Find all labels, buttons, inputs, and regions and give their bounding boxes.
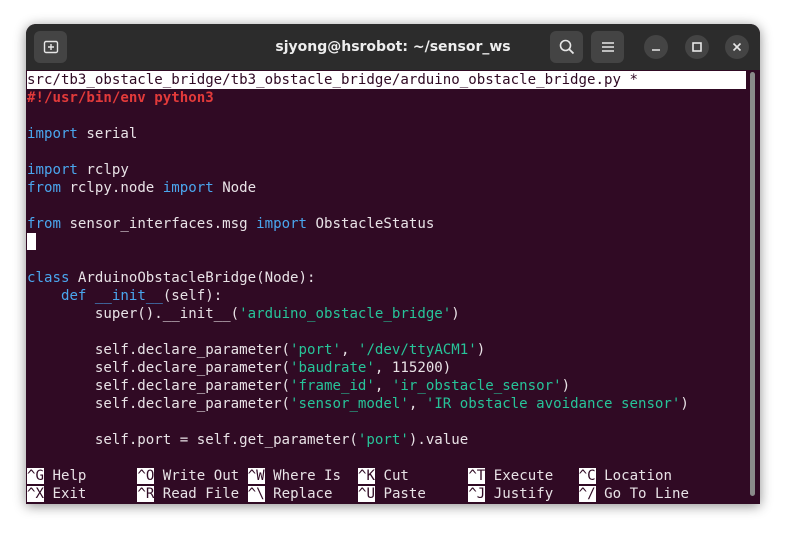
code-line[interactable]: import rclpy bbox=[27, 161, 129, 179]
code-line[interactable]: def __init__(self): bbox=[27, 287, 222, 305]
code-line[interactable]: super().__init__('arduino_obstacle_bridg… bbox=[27, 305, 460, 323]
shortcut-location[interactable]: ^C Location bbox=[578, 468, 672, 484]
code-line[interactable]: from sensor_interfaces.msg import Obstac… bbox=[27, 215, 434, 233]
search-icon bbox=[559, 39, 574, 55]
shortcut-bar-row-1: ^G Help ^O Write Out ^W Where Is ^K Cut … bbox=[27, 467, 672, 485]
close-icon bbox=[732, 42, 742, 52]
code-line[interactable]: import serial bbox=[27, 125, 137, 143]
code-line[interactable]: self.declare_parameter('baudrate', 11520… bbox=[27, 359, 451, 377]
maximize-icon bbox=[692, 42, 702, 52]
shortcut-read-file[interactable]: ^R Read File bbox=[137, 486, 247, 502]
shortcut-go-to-line[interactable]: ^/ Go To Line bbox=[578, 486, 689, 502]
code-line[interactable]: class ArduinoObstacleBridge(Node): bbox=[27, 269, 316, 287]
code-line[interactable]: from rclpy.node import Node bbox=[27, 179, 256, 197]
shortcut-cut[interactable]: ^K Cut bbox=[357, 468, 468, 484]
shortcut-write-out[interactable]: ^O Write Out bbox=[137, 468, 247, 484]
code-line[interactable]: self.declare_parameter('sensor_model', '… bbox=[27, 395, 689, 413]
code-line[interactable]: #!/usr/bin/env python3 bbox=[27, 89, 214, 107]
code-line[interactable]: self.port = self.get_parameter('port').v… bbox=[27, 431, 468, 449]
shortcut-replace[interactable]: ^\ Replace bbox=[247, 486, 358, 502]
shortcut-bar-row-2: ^X Exit ^R Read File ^\ Replace ^U Paste… bbox=[27, 485, 689, 503]
close-button[interactable] bbox=[725, 35, 749, 59]
code-line[interactable] bbox=[27, 233, 36, 251]
hamburger-menu-icon bbox=[601, 42, 614, 52]
scrollbar[interactable] bbox=[750, 72, 755, 496]
shortcut-exit[interactable]: ^X Exit bbox=[27, 486, 137, 502]
maximize-button[interactable] bbox=[685, 35, 709, 59]
code-line[interactable]: self.declare_parameter('frame_id', 'ir_o… bbox=[27, 377, 570, 395]
minimize-button[interactable] bbox=[644, 35, 668, 59]
minimize-icon bbox=[652, 49, 660, 51]
shortcut-execute[interactable]: ^T Execute bbox=[468, 468, 578, 484]
shortcut-help[interactable]: ^G Help bbox=[27, 468, 137, 484]
shortcut-justify[interactable]: ^J Justify bbox=[468, 486, 578, 502]
terminal-window: sjyong@hsrobot: ~/sensor_ws src/tb3_obst… bbox=[26, 24, 760, 504]
code-line[interactable]: self.declare_parameter('port', '/dev/tty… bbox=[27, 341, 485, 359]
new-tab-icon bbox=[43, 40, 58, 54]
nano-editor[interactable]: src/tb3_obstacle_bridge/tb3_obstacle_bri… bbox=[27, 70, 759, 504]
title-bar[interactable]: sjyong@hsrobot: ~/sensor_ws bbox=[26, 24, 760, 70]
text-cursor bbox=[27, 233, 36, 250]
menu-button[interactable] bbox=[591, 31, 624, 63]
file-path-bar: src/tb3_obstacle_bridge/tb3_obstacle_bri… bbox=[27, 71, 746, 89]
new-tab-button[interactable] bbox=[34, 31, 67, 63]
shortcut-paste[interactable]: ^U Paste bbox=[357, 486, 468, 502]
search-button[interactable] bbox=[550, 31, 583, 63]
shortcut-where-is[interactable]: ^W Where Is bbox=[247, 468, 358, 484]
